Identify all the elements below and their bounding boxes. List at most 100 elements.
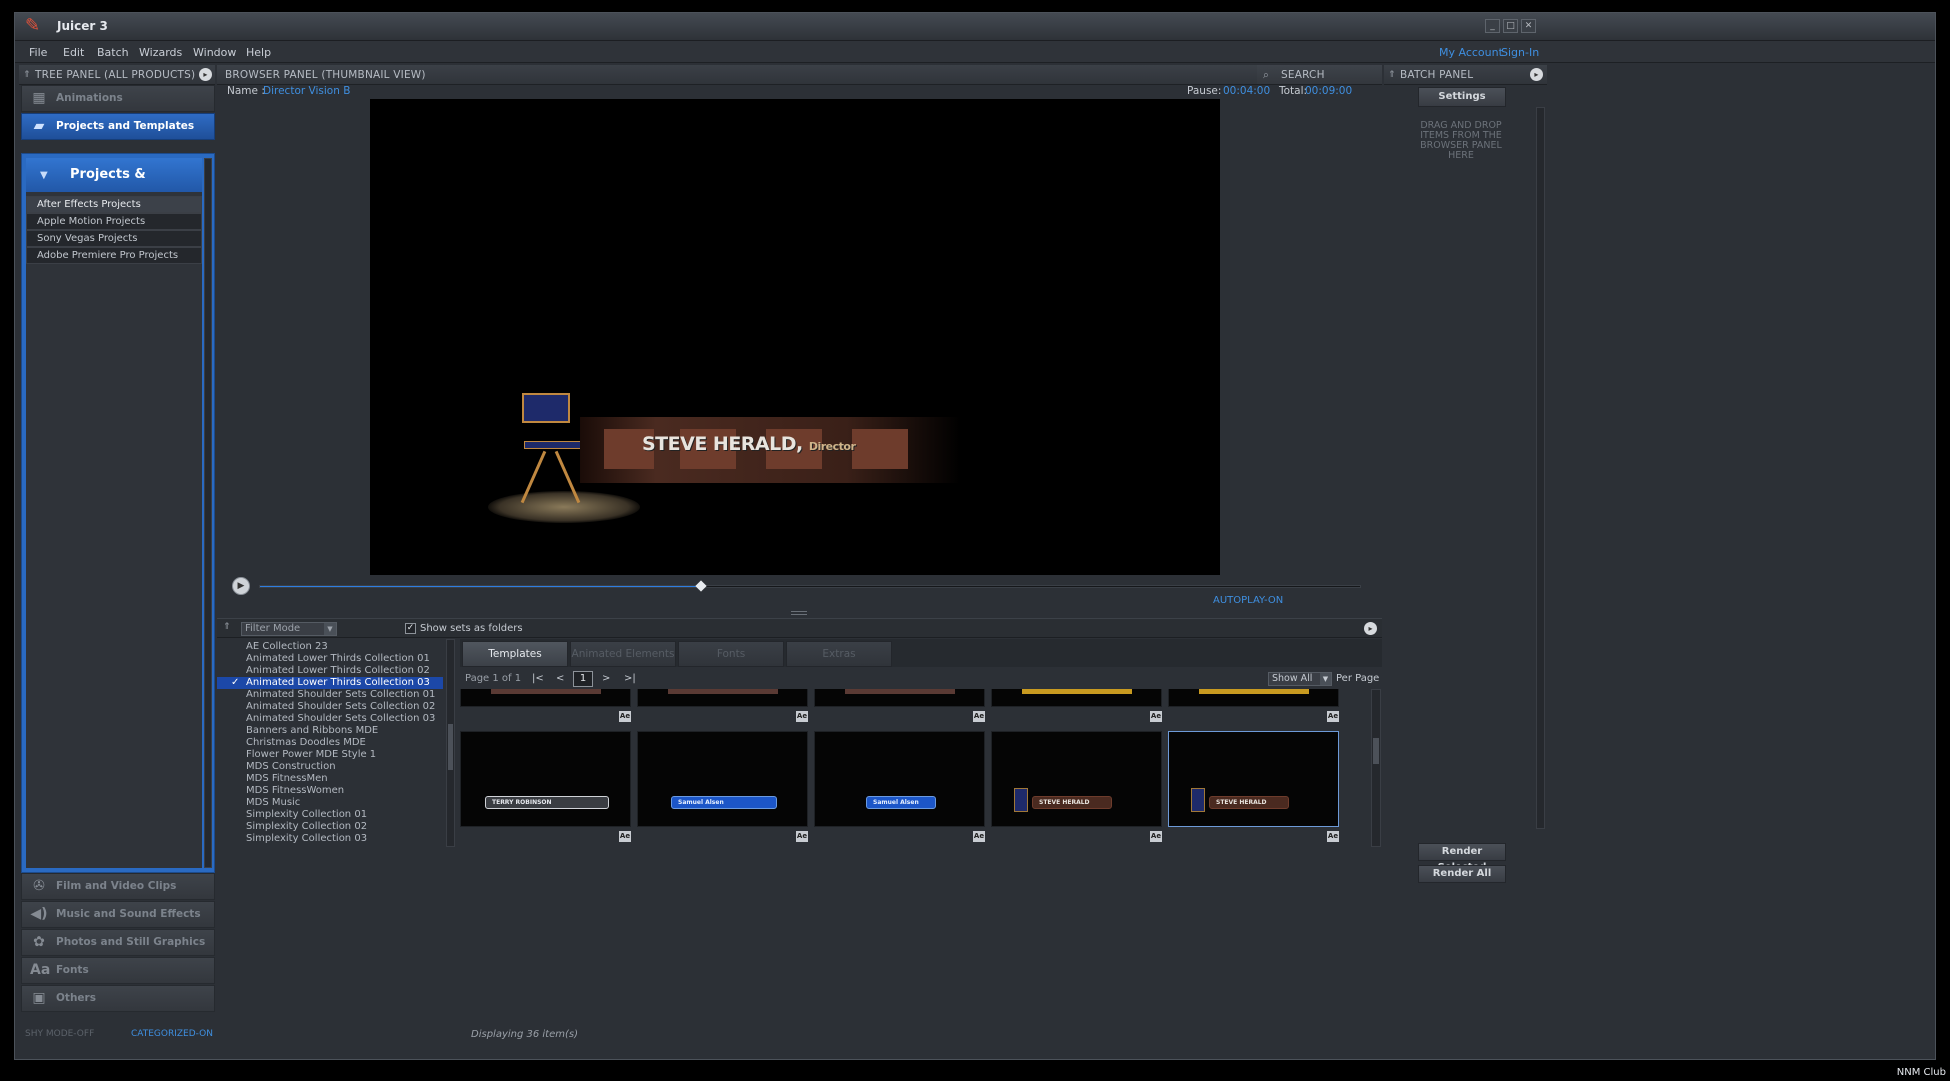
collection-item[interactable]: Animated Lower Thirds Collection 01 [217, 653, 443, 665]
page-number-input[interactable]: 1 [573, 671, 593, 687]
collection-item[interactable]: MDS Music [217, 797, 443, 809]
category-photos-graphics[interactable]: ✿ Photos and Still Graphics [21, 929, 215, 956]
play-button[interactable]: ▶ [232, 577, 250, 595]
thumbnail-grid: Ae Ae Ae Ae Ae TERRY ROBINSON Ae Samuel Alsen Ae… [460, 689, 1370, 849]
tree-item-sony-vegas[interactable]: Sony Vegas Projects [26, 230, 202, 247]
collection-item[interactable]: Flower Power MDE Style 1 [217, 749, 443, 761]
menu-batch[interactable]: Batch [97, 46, 129, 59]
template-thumbnail[interactable]: STEVE HERALD [991, 731, 1162, 827]
collection-item[interactable]: Animated Shoulder Sets Collection 01 [217, 689, 443, 701]
search-box[interactable]: ⌕ SEARCH [1257, 65, 1382, 85]
template-thumbnail[interactable] [1168, 689, 1339, 707]
group-projects-templates[interactable]: ▼ Projects & Templates [26, 158, 202, 216]
template-thumbnail[interactable]: Samuel Alsen [637, 731, 808, 827]
render-all-button[interactable]: Render All [1418, 865, 1506, 883]
collection-item[interactable]: Christmas Doodles MDE [217, 737, 443, 749]
batch-panel-header: ⇑ BATCH PANEL ▸ [1384, 65, 1547, 85]
sign-in-link[interactable]: Sign-In [1501, 46, 1539, 59]
collection-label: MDS Music [246, 797, 301, 808]
category-projects-templates[interactable]: ▰ Projects and Templates [21, 113, 215, 140]
my-account-link[interactable]: My Account [1439, 46, 1503, 59]
collapse-up-icon[interactable]: ⇑ [223, 622, 231, 632]
tree-item-premiere-pro[interactable]: Adobe Premiere Pro Projects [26, 247, 202, 264]
panel-splitter[interactable] [791, 611, 807, 615]
category-fonts[interactable]: Aa Fonts [21, 957, 215, 984]
template-thumbnail[interactable]: TERRY ROBINSON [460, 731, 631, 827]
template-thumbnail[interactable] [814, 689, 985, 707]
menu-wizards[interactable]: Wizards [139, 46, 182, 59]
collection-item[interactable]: MDS FitnessWomen [217, 785, 443, 797]
collection-item[interactable]: Banners and Ribbons MDE [217, 725, 443, 737]
filter-mode-select[interactable]: Filter Mode ▼ [241, 622, 337, 636]
category-others[interactable]: ▣ Others [21, 985, 215, 1012]
tab-extras[interactable]: Extras [786, 641, 892, 667]
collection-scroll-thumb[interactable] [448, 724, 453, 770]
collection-scrollbar[interactable] [446, 639, 455, 847]
tree-item-after-effects[interactable]: After Effects Projects [26, 196, 202, 213]
after-effects-badge-icon: Ae [973, 711, 985, 722]
close-button[interactable]: ✕ [1521, 19, 1536, 33]
collection-item[interactable]: AE Collection 23 [217, 641, 443, 653]
shy-mode-toggle[interactable]: SHY MODE-OFF [25, 1029, 94, 1039]
timeline-slider[interactable] [259, 580, 1361, 592]
collection-item[interactable]: Animated Lower Thirds Collection 02 [217, 665, 443, 677]
tree-scrollbar[interactable] [204, 158, 212, 868]
batch-options-icon[interactable]: ▸ [1530, 68, 1543, 81]
collection-item[interactable]: Animated Shoulder Sets Collection 02 [217, 701, 443, 713]
collection-item[interactable]: Simplexity Collection 03 [217, 833, 443, 845]
show-sets-checkbox[interactable]: ✓ [405, 623, 416, 634]
minimize-button[interactable]: _ [1485, 19, 1500, 33]
maximize-button[interactable]: □ [1503, 19, 1518, 33]
tab-templates[interactable]: Templates [462, 641, 568, 667]
first-page-button[interactable]: |< [532, 673, 544, 684]
collection-label: Animated Lower Thirds Collection 03 [246, 677, 430, 688]
chevron-down-icon: ▼ [40, 170, 48, 181]
per-page-select[interactable]: Show All ▼ [1268, 672, 1332, 686]
browser-options-icon[interactable]: ▸ [1364, 622, 1377, 635]
juicer-logo-icon: ✎ [25, 15, 41, 36]
director-chair-icon [520, 389, 584, 507]
tab-animated-elements[interactable]: Animated Elements [570, 641, 676, 667]
collection-item[interactable]: Animated Shoulder Sets Collection 03 [217, 713, 443, 725]
collection-item[interactable]: MDS Construction [217, 761, 443, 773]
batch-scrollbar[interactable] [1536, 107, 1545, 829]
after-effects-badge-icon: Ae [1327, 711, 1339, 722]
prev-page-button[interactable]: < [556, 673, 564, 684]
category-film-video[interactable]: ✇ Film and Video Clips [21, 873, 215, 900]
autoplay-toggle[interactable]: AUTOPLAY-ON [1213, 595, 1283, 606]
pause-label: Pause: [1187, 85, 1222, 97]
categorized-toggle[interactable]: CATEGORIZED-ON [131, 1029, 213, 1039]
category-animations[interactable]: ▦ Animations [21, 85, 215, 112]
collection-item[interactable]: MDS FitnessMen [217, 773, 443, 785]
tab-fonts[interactable]: Fonts [678, 641, 784, 667]
menu-window[interactable]: Window [193, 46, 236, 59]
template-thumbnail[interactable]: STEVE HERALD [1168, 731, 1339, 827]
collection-item[interactable]: Simplexity Collection 02 [217, 821, 443, 833]
collection-item[interactable]: ✓ Animated Lower Thirds Collection 03 [217, 677, 443, 689]
video-preview[interactable]: STEVE HERALD, Director [370, 99, 1220, 575]
template-thumbnail[interactable] [460, 689, 631, 707]
collapse-icon[interactable]: ⇑ [23, 65, 31, 85]
render-selected-button[interactable]: Render Selected [1418, 843, 1506, 873]
thumbnail-scroll-thumb[interactable] [1373, 738, 1379, 764]
menu-help[interactable]: Help [246, 46, 271, 59]
show-sets-label: Show sets as folders [420, 623, 523, 634]
timeline-handle[interactable] [695, 580, 707, 592]
after-effects-badge-icon: Ae [1150, 831, 1162, 842]
fonts-icon: Aa [30, 962, 51, 978]
menu-file[interactable]: File [29, 46, 47, 59]
settings-button[interactable]: Settings [1418, 87, 1506, 107]
tree-item-apple-motion[interactable]: Apple Motion Projects [26, 213, 202, 230]
collection-item[interactable]: Simplexity Collection 01 [217, 809, 443, 821]
collapse-icon[interactable]: ⇑ [1388, 65, 1396, 85]
category-music-sound[interactable]: ◀) Music and Sound Effects [21, 901, 215, 928]
template-thumbnail[interactable]: Samuel Alsen [814, 731, 985, 827]
template-thumbnail[interactable] [991, 689, 1162, 707]
thumbnail-scrollbar[interactable] [1371, 689, 1381, 847]
panel-options-icon[interactable]: ▸ [199, 68, 212, 81]
template-thumbnail[interactable] [637, 689, 808, 707]
menu-edit[interactable]: Edit [63, 46, 84, 59]
next-page-button[interactable]: > [602, 673, 610, 684]
batch-panel-title: BATCH PANEL [1400, 69, 1474, 81]
last-page-button[interactable]: >| [624, 673, 636, 684]
